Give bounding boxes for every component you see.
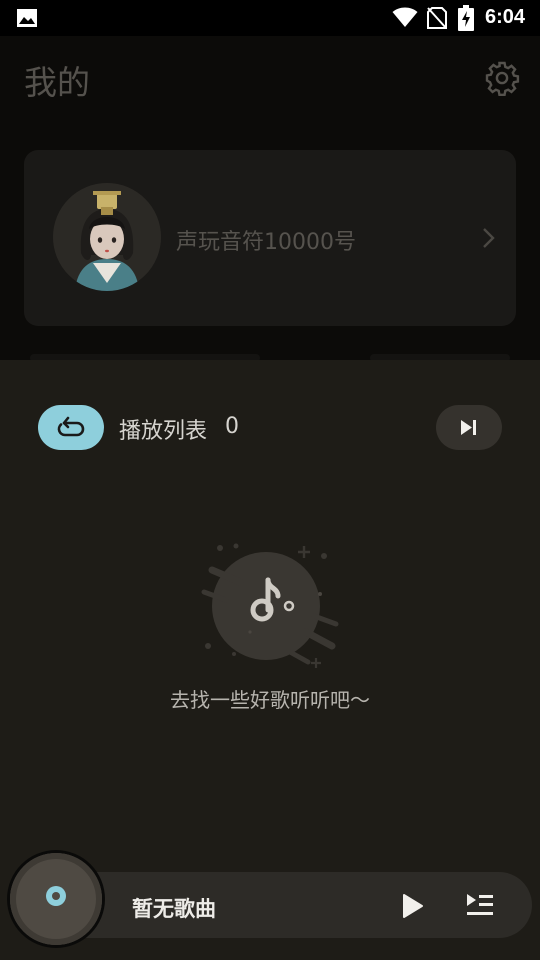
repeat-icon	[57, 416, 85, 437]
wifi-icon	[392, 7, 418, 27]
username: 声玩音符10000号	[176, 230, 356, 255]
now-playing-title[interactable]: 暂无歌曲	[132, 893, 216, 923]
status-bar: 6:04	[0, 0, 540, 36]
empty-music-illustration	[201, 543, 339, 668]
profile-card[interactable]: 声玩音符10000号	[24, 150, 516, 326]
avatar-illustration	[53, 183, 161, 291]
next-track-button[interactable]	[436, 405, 502, 450]
playlist-count: 0	[225, 414, 239, 439]
playlist-label: 播放列表	[119, 419, 208, 444]
mini-player-bar[interactable]	[52, 872, 532, 938]
disc-center-icon	[46, 886, 66, 906]
no-sim-icon	[427, 7, 447, 29]
skip-next-icon	[461, 420, 476, 435]
gallery-icon	[17, 9, 37, 27]
play-icon[interactable]	[398, 891, 426, 921]
loop-mode-button[interactable]	[38, 405, 104, 450]
empty-playlist-message: 去找一些好歌听听吧～	[170, 688, 370, 712]
avatar[interactable]	[53, 183, 161, 291]
battery-charging-icon	[458, 5, 474, 31]
page-title: 我的	[24, 63, 90, 102]
gear-icon[interactable]	[484, 60, 520, 96]
chevron-right-icon	[483, 228, 495, 248]
queue-play-icon[interactable]	[465, 891, 495, 919]
album-disc[interactable]	[10, 853, 102, 945]
clock: 6:04	[485, 6, 526, 28]
